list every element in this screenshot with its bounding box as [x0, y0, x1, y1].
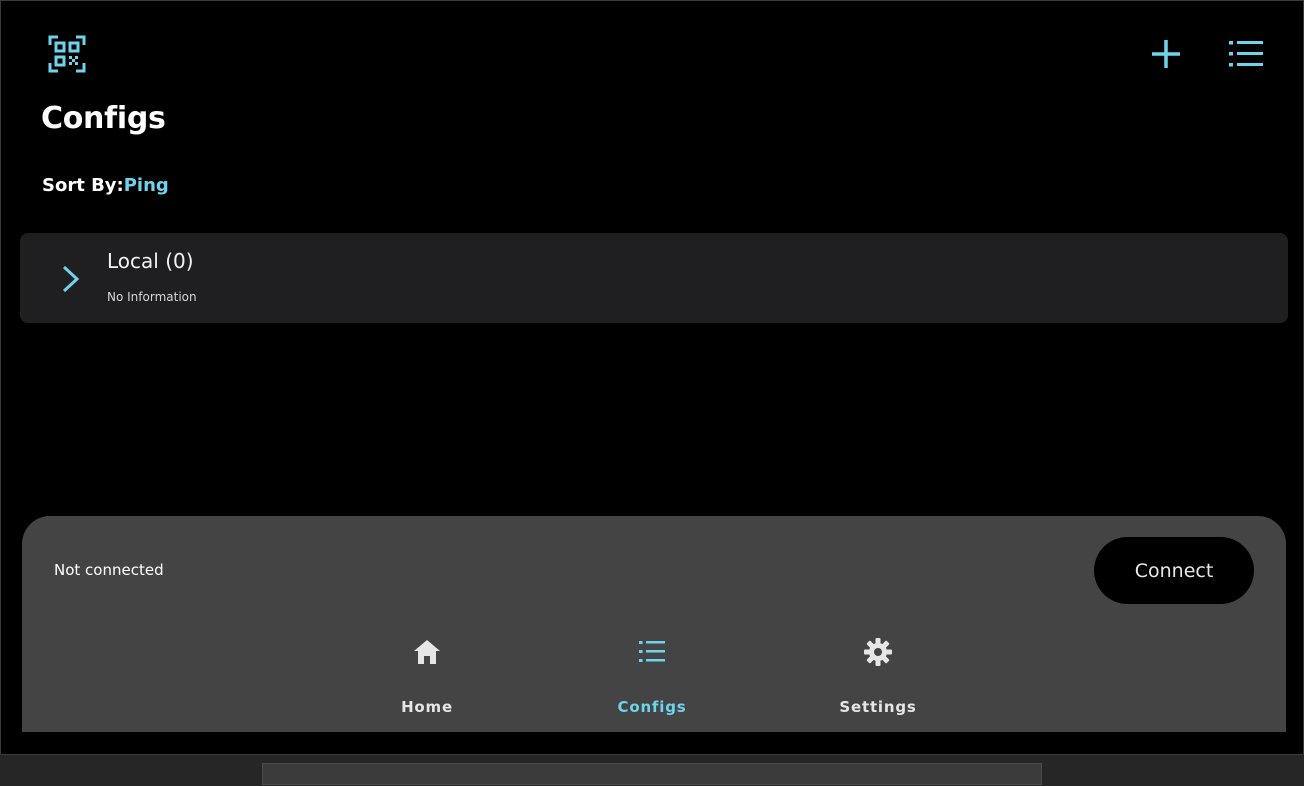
app-screen: Configs Sort By:Ping Local (0) No Inform…	[0, 0, 1304, 754]
nav-label-settings: Settings	[839, 698, 917, 716]
nav-label-home: Home	[401, 698, 453, 716]
nav-item-settings[interactable]: Settings	[808, 636, 948, 722]
nav-item-home[interactable]: Home	[357, 636, 497, 722]
home-icon	[414, 640, 440, 664]
connection-status: Not connected	[54, 561, 164, 579]
qr-scan-icon	[48, 35, 86, 73]
sort-by-row: Sort By:Ping	[42, 175, 169, 196]
nav-item-configs[interactable]: Configs	[582, 636, 722, 722]
sort-by-value[interactable]: Ping	[124, 175, 169, 196]
group-title: Local (0)	[107, 249, 194, 273]
sort-by-label: Sort By:	[42, 175, 124, 196]
gear-icon	[864, 638, 892, 666]
system-nav-handle[interactable]	[262, 763, 1042, 785]
list-icon	[639, 641, 665, 662]
nav-label-configs: Configs	[617, 698, 687, 716]
list-menu-button[interactable]	[1224, 32, 1268, 76]
group-subtitle: No Information	[107, 290, 197, 304]
system-bar	[0, 754, 1304, 786]
config-group-local[interactable]: Local (0) No Information	[20, 233, 1288, 323]
list-menu-icon	[1229, 41, 1263, 67]
add-config-button[interactable]	[1144, 32, 1188, 76]
connection-panel: Not connected Connect Home Configs Setti…	[22, 516, 1286, 732]
scan-qr-button[interactable]	[45, 32, 89, 76]
page-title: Configs	[41, 101, 166, 136]
plus-icon	[1152, 40, 1180, 68]
connect-button[interactable]: Connect	[1094, 537, 1254, 604]
chevron-right-icon	[62, 265, 80, 293]
